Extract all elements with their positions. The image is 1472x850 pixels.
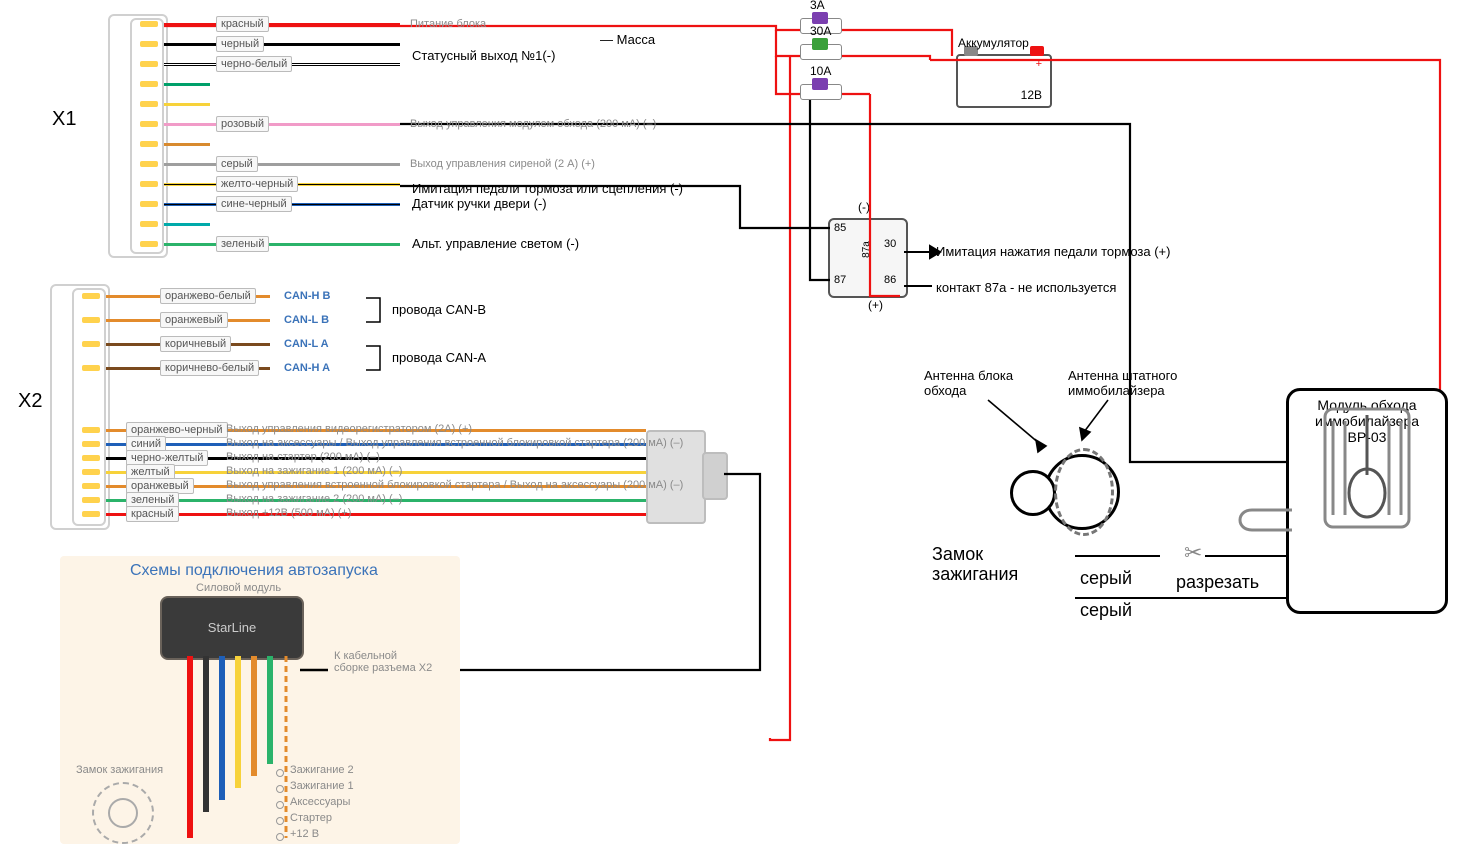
wire-tag: оранжево-белый: [160, 288, 256, 304]
connector-pin: [140, 141, 158, 147]
wire-tag: розовый: [216, 116, 269, 132]
can-signal: CAN-H B: [284, 290, 330, 302]
wire-desc: Выход управления модулем обхода (200 мА)…: [410, 118, 656, 130]
wire: [164, 143, 210, 146]
wire-tag: черно-белый: [216, 56, 292, 72]
autostart-lock-label: Замок зажигания: [76, 764, 163, 776]
wire-tag: оранжевый: [160, 312, 228, 328]
connector-pin: [140, 21, 158, 27]
connector-pin: [140, 221, 158, 227]
wire: [164, 243, 400, 246]
legend-item: +12 В: [290, 828, 319, 840]
legend-item: Аксессуары: [290, 796, 350, 808]
wire-tag: коричнево-белый: [160, 360, 259, 376]
wire: [164, 123, 400, 126]
wire-desc: Питание блока: [410, 18, 486, 30]
connector-pin: [140, 61, 158, 67]
fuse-chip: [812, 38, 828, 50]
wire-tag: коричневый: [160, 336, 231, 352]
wire-tag: сине-черный: [216, 196, 292, 212]
wire: [164, 163, 400, 166]
wire: [164, 223, 210, 226]
can-signal: CAN-L A: [284, 338, 329, 350]
connector-pin: [140, 201, 158, 207]
wire-desc: Выход управления сиреной (2 А) (+): [410, 158, 595, 170]
wire: [164, 103, 210, 106]
fuse-chip: [812, 78, 828, 90]
fuse-label: 10А: [810, 64, 831, 78]
wire: [164, 23, 400, 26]
wire-desc: Выход на зажигание 1 (200 мА) (–): [226, 465, 402, 477]
legend-item: Зажигание 2: [290, 764, 354, 776]
wire-desc: Выход управления видеорегистратором (2А)…: [226, 423, 472, 435]
legend-item: Стартер: [290, 812, 332, 824]
connector-pin: [140, 181, 158, 187]
wire-desc: Выход управления встроенной блокировкой …: [226, 479, 683, 491]
can-signal: CAN-L B: [284, 314, 329, 326]
connector-pin: [140, 241, 158, 247]
autostart-lock-core: [108, 798, 138, 828]
wire-desc: Выход на стартер (200 мА) (–): [226, 451, 380, 463]
wire-desc: Выход на аксессуары / Выход управления в…: [226, 437, 683, 449]
wire-tag: желто-черный: [216, 176, 298, 192]
wire-tag: зеленый: [216, 236, 269, 252]
wire-tag: серый: [216, 156, 258, 172]
wire-tag: черный: [216, 36, 264, 52]
fuse-chip: [812, 12, 828, 24]
wire-tag: красный: [126, 506, 179, 522]
connector-pin: [140, 121, 158, 127]
wire: [164, 83, 210, 86]
to-x2-label: К кабельной сборке разъема X2: [334, 650, 434, 674]
connector-pin: [140, 101, 158, 107]
fuse-label: 3А: [810, 0, 825, 12]
connector-pin: [140, 41, 158, 47]
connector-pin: [140, 81, 158, 87]
wire: [164, 43, 400, 46]
wire-desc: Выход +12В (500 мА) (+): [226, 507, 351, 519]
fuse-label: 30А: [810, 24, 831, 38]
wire-desc: Выход на зажигание 2 (200 мА) (–): [226, 493, 402, 505]
connector-pin: [140, 161, 158, 167]
legend-item: Зажигание 1: [290, 780, 354, 792]
wire-tag: красный: [216, 16, 269, 32]
can-signal: CAN-H A: [284, 362, 330, 374]
